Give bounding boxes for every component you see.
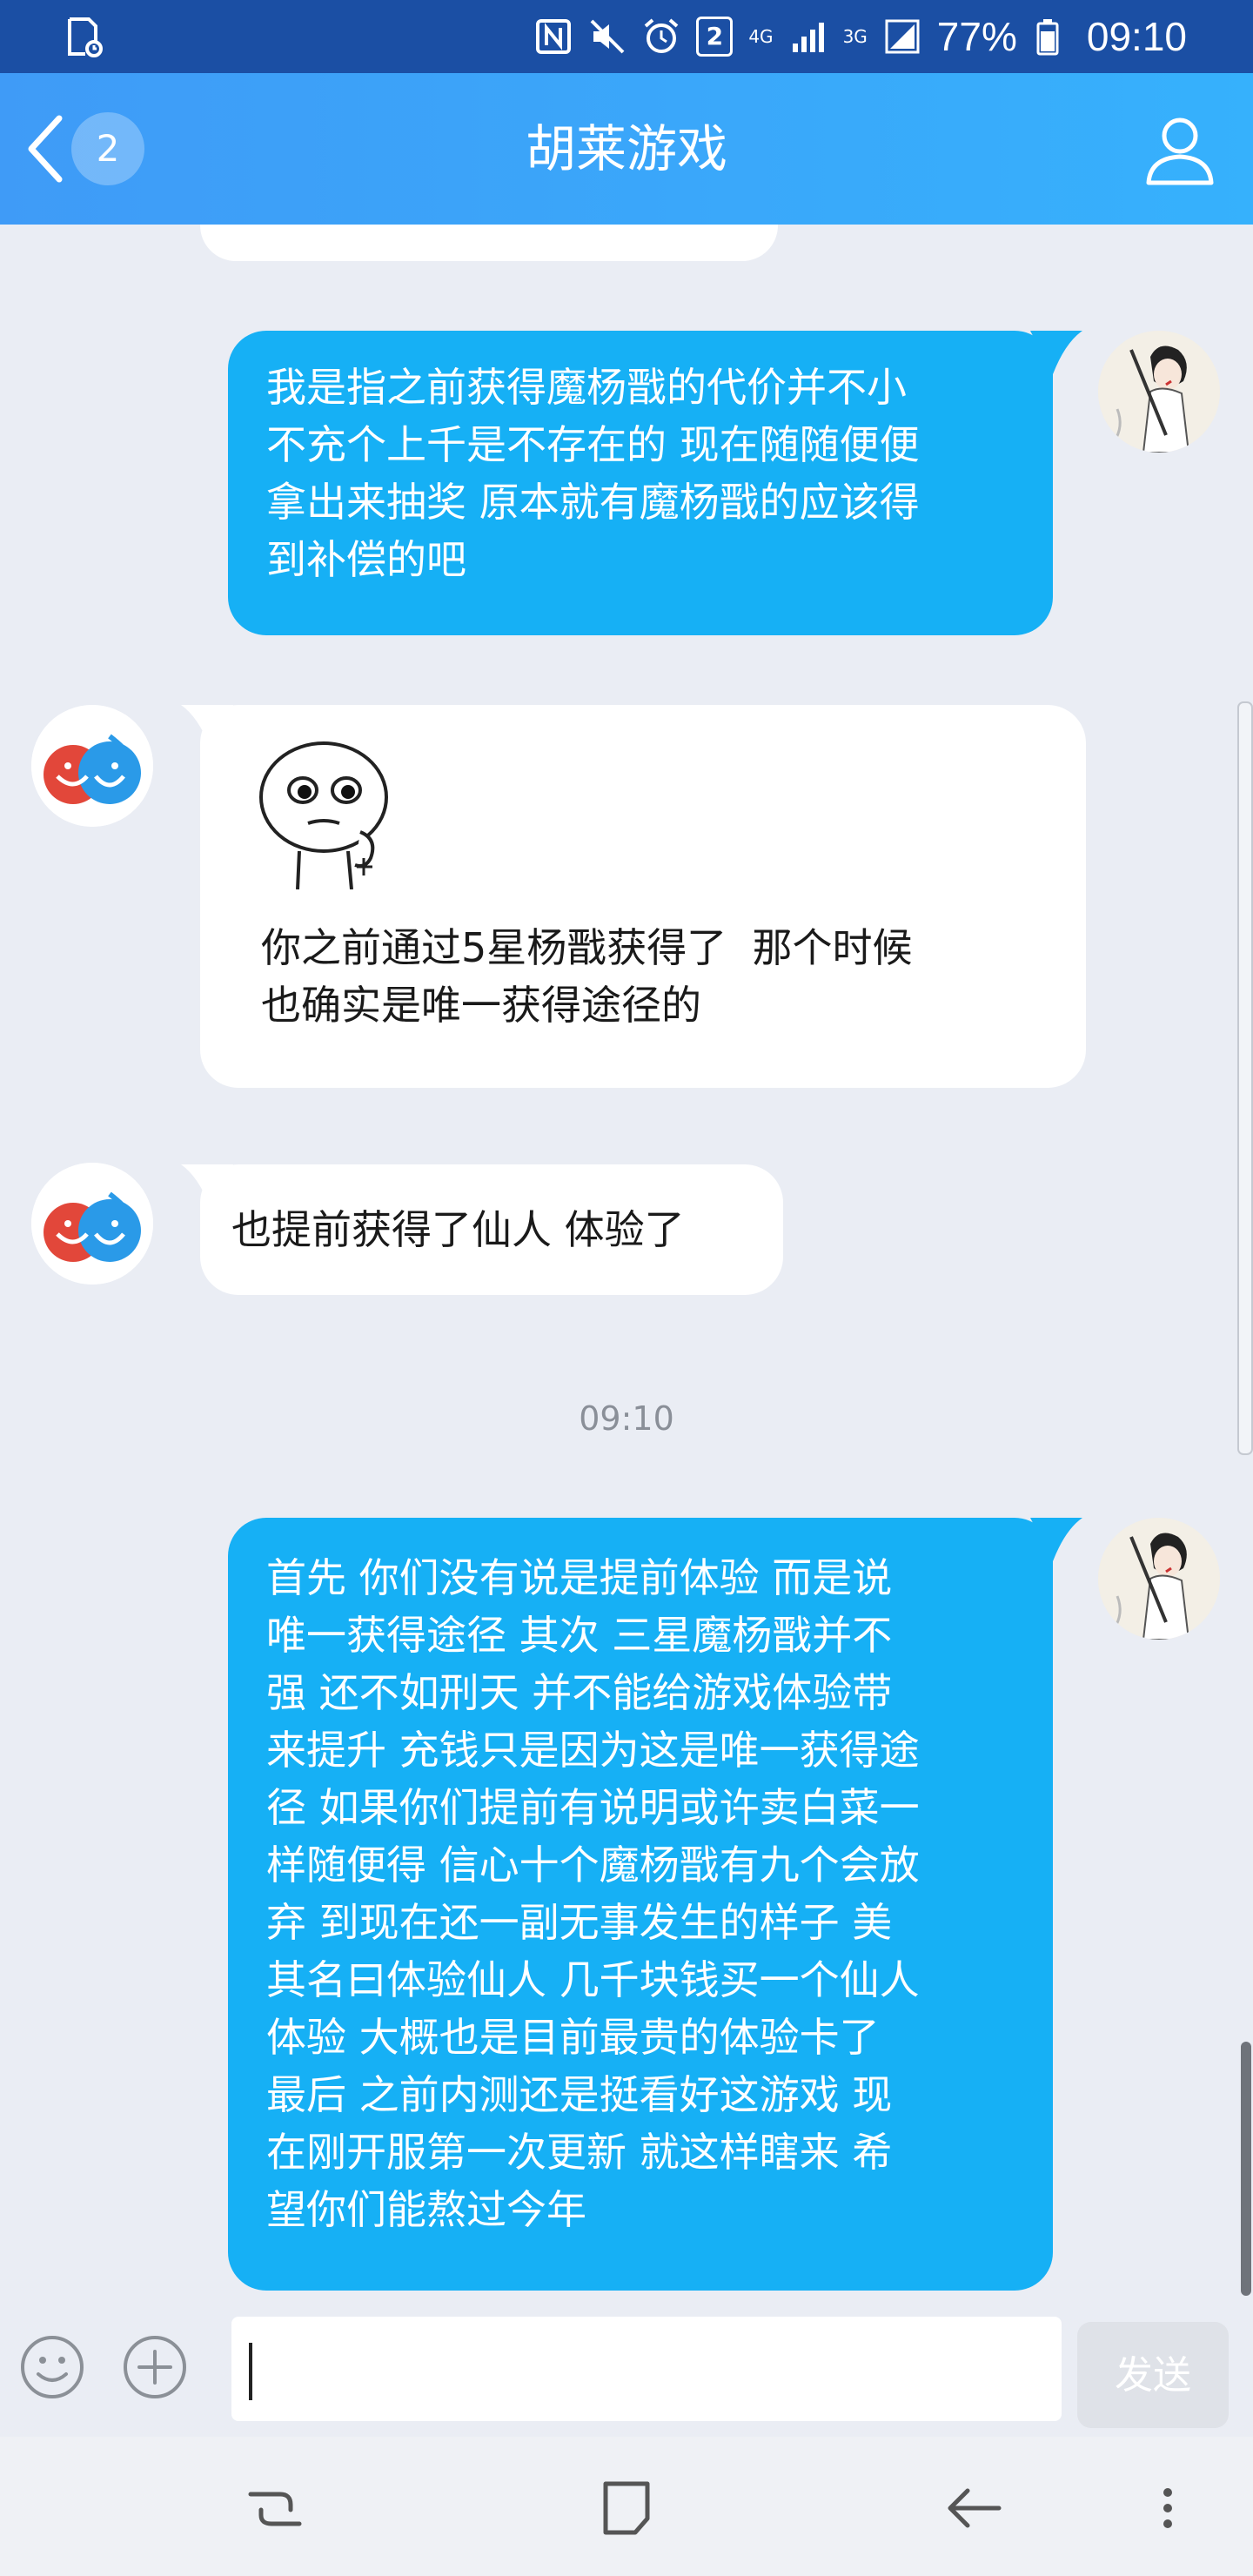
contact-avatar[interactable]: [31, 705, 153, 827]
network-3g-label: 3G: [842, 26, 868, 47]
game-mascot-avatar-icon: [31, 705, 153, 827]
user-avatar[interactable]: [1098, 1518, 1220, 1640]
input-bar: 发送: [0, 2298, 1253, 2437]
battery-icon: [1036, 19, 1059, 56]
user-avatar-icon: [1098, 1518, 1220, 1640]
network-4g-label: 4G: [748, 26, 774, 47]
emoji-icon[interactable]: [19, 2334, 85, 2400]
status-bar: 2 4G 3G 77% 09:10: [0, 0, 1253, 73]
incoming-message-bubble[interactable]: 也提前获得了仙人 体验了: [181, 1164, 783, 1295]
back-icon[interactable]: [941, 2475, 1008, 2541]
chat-header: 2 胡莱游戏: [0, 73, 1253, 225]
message-text: 我是指之前获得魔杨戬的代价并不小 不充个上千是不存在的 现在随随便便 拿出来抽奖…: [266, 364, 920, 583]
scrollbar-track[interactable]: [1237, 701, 1253, 1455]
mute-icon: [590, 19, 625, 54]
more-options-icon[interactable]: [1135, 2475, 1201, 2541]
plus-icon[interactable]: [122, 2334, 188, 2400]
home-icon[interactable]: [593, 2475, 660, 2541]
previous-message-bubble: [200, 225, 778, 261]
text-cursor: [249, 2343, 252, 2400]
incoming-message-bubble[interactable]: 你之前通过5星杨戬获得了 那个时候 也确实是唯一获得途径的: [181, 705, 1086, 1088]
bubble-tail: [1030, 1518, 1082, 1561]
bubble-tail: [181, 705, 233, 748]
outgoing-message-bubble[interactable]: 首先 你们没有说是提前体验 而是说 唯一获得途径 其次 三星魔杨戬并不 强 还不…: [228, 1518, 1082, 2291]
meme-sticker-image: [259, 741, 388, 889]
signal-icon: [792, 23, 824, 52]
outgoing-message-bubble[interactable]: 我是指之前获得魔杨戬的代价并不小 不充个上千是不存在的 现在随随便便 拿出来抽奖…: [228, 331, 1082, 635]
scrollbar-thumb[interactable]: [1241, 2042, 1251, 2296]
alarm-icon: [645, 18, 679, 53]
message-input[interactable]: [231, 2317, 1062, 2421]
profile-icon[interactable]: [1142, 111, 1218, 188]
sim-slot-badge: 2: [696, 17, 734, 57]
message-text: 也提前获得了仙人 体验了: [231, 1206, 685, 1253]
nfc-icon: [536, 19, 572, 54]
user-avatar[interactable]: [1098, 331, 1220, 453]
clock: 09:10: [1086, 14, 1187, 59]
user-avatar-icon: [1098, 331, 1220, 453]
game-mascot-avatar-icon: [31, 1163, 153, 1285]
chat-title: 胡莱游戏: [525, 119, 727, 178]
send-button[interactable]: 发送: [1077, 2322, 1229, 2428]
bubble-tail: [1030, 331, 1082, 374]
recent-apps-icon[interactable]: [242, 2475, 308, 2541]
message-timestamp: 09:10: [579, 1399, 674, 1438]
system-nav-bar: [0, 2437, 1253, 2576]
battery-percent: 77%: [936, 14, 1017, 59]
chat-area[interactable]: 我是指之前获得魔杨戬的代价并不小 不充个上千是不存在的 现在随随便便 拿出来抽奖…: [0, 225, 1253, 2315]
sim-card-icon: [68, 17, 103, 57]
message-text: 你之前通过5星杨戬获得了 那个时候 也确实是唯一获得途径的: [261, 924, 913, 1029]
message-text: 首先 你们没有说是提前体验 而是说 唯一获得途径 其次 三星魔杨戬并不 强 还不…: [266, 1554, 920, 2233]
signal-icon: [885, 19, 920, 54]
bubble-tail: [181, 1164, 233, 1208]
contact-avatar[interactable]: [31, 1163, 153, 1285]
